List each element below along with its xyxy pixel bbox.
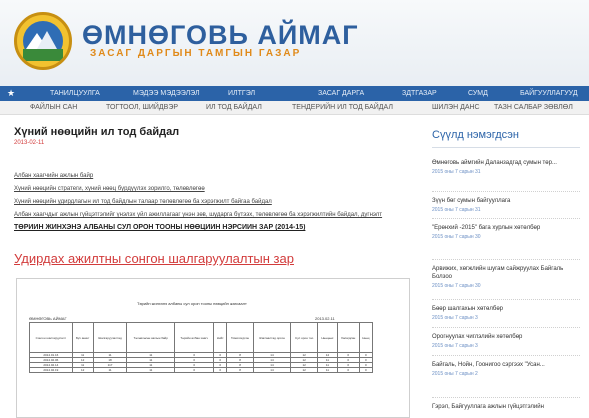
nav-item-soums[interactable]: СУМД [468, 90, 488, 97]
document-table-header-cell: Төлөвлөсөн ажлын байр [126, 322, 176, 353]
sidebar: Сүүлд нэмэгдсэн Өмнөговь аймгийн Даланза… [432, 129, 580, 410]
sidebar-item-date: 2015 оны 7 сарын 3 [432, 343, 478, 349]
nav-item-reports[interactable]: ИЛТГЭЛ [228, 90, 255, 97]
divider [432, 299, 580, 300]
document-org: ӨМНӨГОВЬ АЙМАГ [29, 316, 67, 321]
sidebar-item-date: 2015 оны 7 сарын 3 [432, 315, 478, 321]
sidebar-item[interactable]: Гэрэл, Байгууллага ажлын гүйцэтгэлийн [432, 403, 580, 411]
main-content: Хүний нөөцийн ил тод байдал 2013-02-11 А… [14, 126, 410, 266]
sidebar-item-date: 2015 оны 7 сарын 30 [432, 234, 481, 240]
site-subtitle: ЗАСАГ ДАРГЫН ТАМГЫН ГАЗАР [90, 48, 302, 59]
divider [432, 397, 580, 398]
home-icon[interactable]: ★ [0, 88, 22, 99]
sidebar-item-date: 2015 оны 7 сарын 31 [432, 169, 481, 175]
main-nav: ★ ТАНИЛЦУУЛГА МЭДЭЭ МЭДЭЭЛЭЛ ИЛТГЭЛ ЗАСА… [0, 86, 589, 101]
subnav-item-transparency[interactable]: ИЛ ТОД БАЙДАЛ [206, 104, 262, 111]
sidebar-title: Сүүлд нэмэгдсэн [432, 129, 580, 148]
divider [432, 218, 580, 219]
table-cell: 11 [126, 367, 176, 373]
table-cell: 0 [174, 367, 215, 373]
divider [432, 327, 580, 328]
table-cell: 14 [252, 367, 291, 373]
sidebar-item-link[interactable]: "Ерөнхий -2015" бага хурлын хөтөлбөр [432, 224, 580, 232]
table-cell: 11 [92, 367, 128, 373]
sidebar-item[interactable]: "Ерөнхий -2015" бага хурлын хөтөлбөр 201… [432, 224, 580, 240]
table-cell: 12 [289, 367, 319, 373]
table-cell: 0 [213, 367, 228, 373]
post-link-vacancy[interactable]: ТӨРИЙН ЖИНХЭНЭ АЛБАНЫ СУЛ ОРОН ТООНЫ НӨӨ… [14, 224, 410, 232]
document-image: Төрийн жинхэнэ албаны сул орон тооны нөө… [16, 278, 410, 418]
table-cell: 8 [226, 367, 254, 373]
sidebar-item-date: 2015 оны 7 сарын 31 [432, 207, 481, 213]
sidebar-item-date: 2015 оны 7 сарын 2 [432, 371, 478, 377]
document-table-header-cell: Шалгаруулалтад [92, 322, 128, 353]
sidebar-item-link[interactable]: Байгаль, Нойн, Гоонигоо сэргээх "Усан... [432, 361, 580, 369]
post-date: 2013-02-11 [14, 140, 45, 146]
table-cell: 12 [71, 367, 94, 373]
document-table: Сонгон шалгаруулалт Бүх анкет Шалгаруулалт… [29, 322, 374, 373]
table-cell: 0 [336, 367, 360, 373]
document-table-header-cell: Нөөц [358, 322, 374, 353]
sidebar-item[interactable]: Өмнөговь аймгийн Даланзадгад сумын төр..… [432, 159, 580, 175]
subnav-item-resolutions[interactable]: ТОГТООЛ, ШИЙДВЭР [106, 104, 178, 111]
sidebar-item[interactable]: Орогнуулах чиглэлийн хөтөлбөр 2015 оны 7… [432, 333, 580, 349]
document-table-header-cell: Нөөцөөс [317, 322, 338, 353]
document-table-header-cell: Хасагдсан [336, 322, 360, 353]
sidebar-item[interactable]: Бөөр шалгахын хөтөлбөр 2015 оны 7 сарын … [432, 305, 580, 321]
post-headline-link[interactable]: Удирдах ажилтны сонгон шалгаруулалтын за… [14, 251, 294, 266]
sidebar-item[interactable]: Байгаль, Нойн, Гоонигоо сэргээх "Усан...… [432, 361, 580, 377]
sidebar-item-link[interactable]: Орогнуулах чиглэлийн хөтөлбөр [432, 333, 580, 341]
sub-nav: ФАЙЛЫН САН ТОГТООЛ, ШИЙДВЭР ИЛ ТОД БАЙДА… [0, 101, 589, 115]
nav-item-news[interactable]: МЭДЭЭ МЭДЭЭЛЭЛ [133, 90, 200, 97]
table-row: 2014.02.19 12 11 11 0 0 8 14 12 11 0 0 [29, 367, 374, 373]
document-table-header-cell: Төрийн албан хаагч [174, 322, 215, 353]
sidebar-item-link[interactable]: Гэрэл, Байгууллага ажлын гүйцэтгэлийн [432, 403, 580, 411]
document-caption: Төрийн жинхэнэ албаны сул орон тооны нөө… [137, 301, 247, 306]
nav-item-about[interactable]: ТАНИЛЦУУЛГА [50, 90, 100, 97]
subnav-item-open-account[interactable]: ШИЛЭН ДАНС [432, 104, 480, 111]
document-table-header-cell: Жагсаалтад орсон [252, 322, 291, 353]
document-table-header-cell: Нийт [213, 322, 228, 353]
post-link[interactable]: Хүний нөөцийн удирдлагын ил тод байдлын … [14, 198, 410, 206]
subnav-item-council[interactable]: ТАЗН САЛБАР ЗӨВЛӨЛ [494, 104, 573, 111]
nav-item-governor[interactable]: ЗАСАГ ДАРГА [318, 90, 364, 97]
post-link[interactable]: Хүний нөөцийн стратеги, хүний нөөц бүрдү… [14, 185, 410, 193]
sidebar-item[interactable]: Зүүн бөг сумын байгууллага 2015 оны 7 са… [432, 197, 580, 213]
table-cell: 2014.02.19 [29, 367, 73, 373]
document-table-header-cell: Томилогдсон [226, 322, 254, 353]
document-table-header-cell: Сонгон шалгаруулалт [29, 322, 73, 353]
site-title[interactable]: ӨМНӨГОВЬ АЙМАГ [82, 20, 359, 51]
sidebar-item-link[interactable]: Зүүн бөг сумын байгууллага [432, 197, 580, 205]
post-link[interactable]: Албан хаагчийн ажлын байр [14, 172, 410, 180]
post-links: Албан хаагчийн ажлын байр Хүний нөөцийн … [14, 172, 410, 237]
emblem-icon[interactable] [14, 12, 72, 70]
divider [432, 355, 580, 356]
document-table-header-cell: Сул орон тоо [289, 322, 319, 353]
subnav-item-files[interactable]: ФАЙЛЫН САН [30, 104, 77, 111]
sidebar-item-date: 2015 оны 7 сарын 30 [432, 283, 481, 289]
document-table-header: Сонгон шалгаруулалт Бүх анкет Шалгаруулалт… [29, 322, 374, 353]
subnav-item-tender[interactable]: ТЕНДЕРИЙН ИЛ ТОД БАЙДАЛ [292, 104, 393, 111]
table-cell: 0 [358, 367, 374, 373]
site-header: ӨМНӨГОВЬ АЙМАГ ЗАСАГ ДАРГЫН ТАМГЫН ГАЗАР [0, 0, 589, 86]
post-link[interactable]: Албан хаагчдыг ажлын гүйцэтгэлийг үнэлэх… [14, 211, 410, 219]
sidebar-item-link[interactable]: Арвижих, хөгжлийн шугам сайжруулах Байга… [432, 265, 580, 281]
sidebar-item-link[interactable]: Өмнөговь аймгийн Даланзадгад сумын төр..… [432, 159, 580, 167]
post-title: Хүний нөөцийн ил тод байдал [14, 126, 180, 138]
sidebar-item-link[interactable]: Бөөр шалгахын хөтөлбөр [432, 305, 580, 313]
nav-item-organizations[interactable]: БАЙГУУЛЛАГУУД [520, 90, 578, 97]
sidebar-item[interactable]: Арвижих, хөгжлийн шугам сайжруулах Байга… [432, 265, 580, 289]
document-table-header-cell: Бүх анкет [71, 322, 94, 353]
nav-item-office[interactable]: ЗДТГАЗАР [402, 90, 437, 97]
divider [432, 259, 580, 260]
table-cell: 11 [317, 367, 338, 373]
divider [432, 191, 580, 192]
document-date: 2013.02.11 [315, 316, 335, 321]
